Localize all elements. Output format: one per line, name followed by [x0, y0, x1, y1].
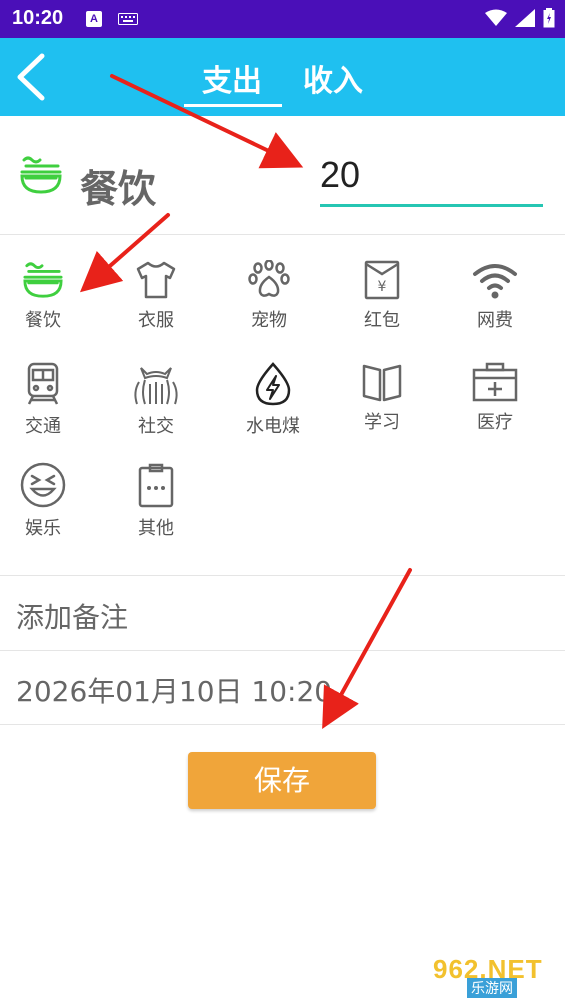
category-label: 餐饮: [25, 310, 61, 331]
a-notification-icon: A: [86, 11, 102, 27]
cat-icon: [134, 367, 178, 405]
category-internet[interactable]: 网费: [455, 260, 535, 332]
clipboard-dots-icon: [138, 463, 174, 508]
watermark-logo: 962.NET 乐游网: [425, 952, 560, 1000]
save-button[interactable]: 保存: [188, 752, 376, 809]
category-label: 医疗: [477, 412, 513, 433]
category-label: 网费: [477, 310, 513, 331]
train-icon: [27, 362, 59, 405]
keyboard-icon: [118, 13, 138, 25]
tab-income[interactable]: 收入: [303, 56, 363, 100]
category-label: 学习: [364, 412, 400, 433]
selected-category-row: 餐饮 20: [0, 116, 565, 235]
category-transport[interactable]: 交通: [3, 362, 83, 438]
selected-category-name: 餐饮: [80, 167, 157, 211]
paw-icon: [248, 260, 290, 297]
date-time-value: 2026年01月10日 10:20: [16, 675, 333, 708]
water-drop-bolt-icon: [255, 362, 291, 406]
battery-icon: [543, 8, 555, 28]
svg-text:¥: ¥: [378, 279, 387, 295]
category-label: 红包: [364, 310, 400, 331]
red-envelope-icon: ¥: [364, 260, 400, 300]
header-bar: 支出 收入: [0, 38, 565, 116]
note-field[interactable]: 添加备注: [0, 575, 565, 651]
category-social[interactable]: 社交: [116, 362, 196, 438]
note-placeholder: 添加备注: [16, 601, 129, 634]
category-dining[interactable]: 餐饮: [3, 260, 83, 332]
category-label: 宠物: [251, 310, 287, 331]
category-utilities[interactable]: 水电煤: [233, 362, 313, 438]
category-label: 交通: [25, 416, 61, 437]
amount-input[interactable]: 20: [320, 154, 360, 196]
amount-underline: [320, 204, 543, 207]
category-clothes[interactable]: 衣服: [116, 260, 196, 332]
laughing-face-icon: [20, 462, 66, 508]
tab-expense[interactable]: 支出: [202, 56, 262, 100]
category-label: 水电煤: [246, 416, 300, 437]
signal-icon: [515, 9, 535, 27]
watermark-sub-text: 乐游网: [467, 978, 517, 998]
tshirt-icon: [136, 261, 176, 299]
open-book-icon: [362, 364, 402, 402]
status-time: 10:20: [12, 7, 64, 29]
category-study[interactable]: 学习: [342, 362, 422, 434]
back-arrow-icon[interactable]: [12, 52, 52, 102]
category-label: 社交: [138, 416, 174, 437]
wifi-icon: [473, 264, 517, 299]
medical-kit-icon: [472, 362, 518, 402]
noodle-bowl-icon: [23, 262, 63, 298]
category-red-envelope[interactable]: ¥ 红包: [342, 260, 422, 332]
category-other[interactable]: 其他: [116, 462, 196, 540]
status-bar: 10:20 A: [0, 0, 565, 38]
category-label: 其他: [138, 518, 174, 539]
category-label: 娱乐: [25, 518, 61, 539]
tab-indicator: [184, 104, 282, 107]
category-medical[interactable]: 医疗: [455, 362, 535, 434]
date-time-field[interactable]: 2026年01月10日 10:20: [0, 650, 565, 725]
category-pets[interactable]: 宠物: [229, 260, 309, 332]
wifi-status-icon: [485, 9, 507, 26]
category-entertainment[interactable]: 娱乐: [3, 462, 83, 540]
category-label: 衣服: [138, 310, 174, 331]
noodle-bowl-icon: [20, 156, 62, 194]
